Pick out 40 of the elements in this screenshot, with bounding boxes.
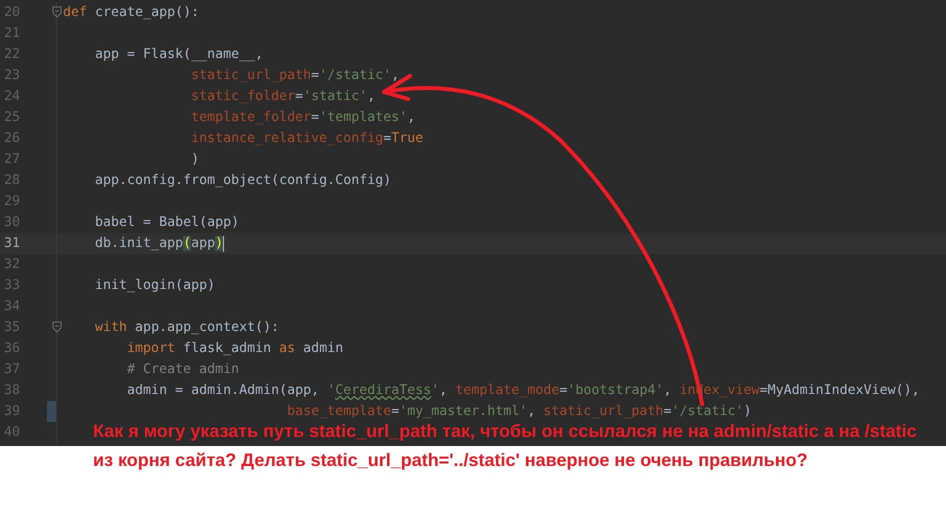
line-number: 23 [3,68,22,83]
code-line: app.config.from_object(config.Config) [94,172,392,190]
code-line: babel = Babel(app) [94,214,240,232]
fold-icon[interactable] [52,6,62,18]
line-number: 32 [3,257,22,272]
line-number: 27 [3,152,22,167]
line-number: 20 [3,5,22,20]
code-line: ) [190,151,200,169]
line-number: 37 [3,362,22,377]
line-number: 38 [3,383,22,398]
line-number: 35 [3,320,22,335]
line-number: 29 [3,194,22,209]
line-number: 25 [3,110,22,125]
code-line: init_login(app) [94,277,216,295]
line-number: 34 [3,299,22,314]
line-number: 26 [3,131,22,146]
line-number: 21 [3,26,22,41]
line-number: 24 [3,89,22,104]
code-line: db.init_app(app) [94,234,224,254]
code-line: app = Flask(__name__, [94,46,264,64]
code-line: base_template='my_master.html', static_url_path='/static') [286,403,752,421]
code-line: # Create admin [126,361,240,379]
code-editor[interactable] [0,0,946,446]
code-line: template_folder='templates', [190,109,416,127]
line-number: 39 [3,404,22,419]
code-line: instance_relative_config=True [190,130,424,148]
line-number: 40 [3,425,22,440]
line-number: 31 [3,236,22,251]
annotation-text: Как я могу указать путь static_url_path так, чтобы он ссылался не на admin/static а на /static из корня сайта? Делать static_url_path='../static' наверное не очень правильно? [93,420,917,472]
line-number: 36 [3,341,22,356]
code-line: with app.app_context(): [94,319,280,337]
code-line: static_folder='static', [190,88,376,106]
code-line: def create_app(): [63,4,200,22]
line-number: 28 [3,173,22,188]
line-number: 22 [3,47,22,62]
line-number: 30 [3,215,22,230]
code-line: static_url_path='/static', [190,67,400,85]
fold-icon[interactable] [52,321,62,333]
line-number: 33 [3,278,22,293]
code-line: import flask_admin as admin [126,340,344,358]
